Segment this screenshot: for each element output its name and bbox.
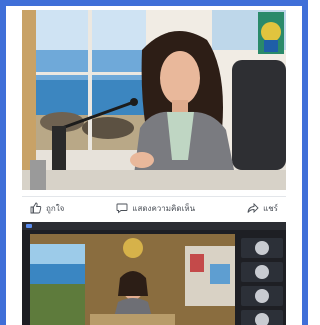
vc-participant-list [241,232,283,325]
post-card: ถูกใจ แสดงความคิดเห็น แชร์ [0,0,308,325]
participant-tile[interactable] [241,238,283,258]
like-button[interactable]: ถูกใจ [22,202,72,215]
avatar [255,289,269,303]
vc-speaker-scene [30,234,235,325]
comment-bubble-icon [116,203,128,214]
participant-tile[interactable] [241,286,283,306]
share-arrow-icon [247,202,259,214]
participant-tile[interactable] [241,310,283,325]
avatar [255,241,269,255]
thumbs-up-icon [30,202,42,214]
avatar [255,265,269,279]
frame-border-left [0,0,6,325]
vc-title-bar [22,222,286,230]
meeting-photo [22,10,286,190]
avatar [255,313,269,325]
share-button[interactable]: แชร์ [239,202,286,215]
comment-label: แสดงความคิดเห็น [132,203,196,213]
vc-main-video [30,234,235,325]
post-action-bar: ถูกใจ แสดงความคิดเห็น แชร์ [22,196,286,219]
comment-button[interactable]: แสดงความคิดเห็น [108,202,203,215]
share-label: แชร์ [263,203,278,213]
frame-border-right [302,0,308,325]
vc-app-icon [26,224,32,228]
like-label: ถูกใจ [46,203,65,213]
frame-border-top [0,0,308,6]
video-conference-photo[interactable] [22,222,286,325]
post-photo[interactable] [22,10,286,190]
participant-tile[interactable] [241,262,283,282]
